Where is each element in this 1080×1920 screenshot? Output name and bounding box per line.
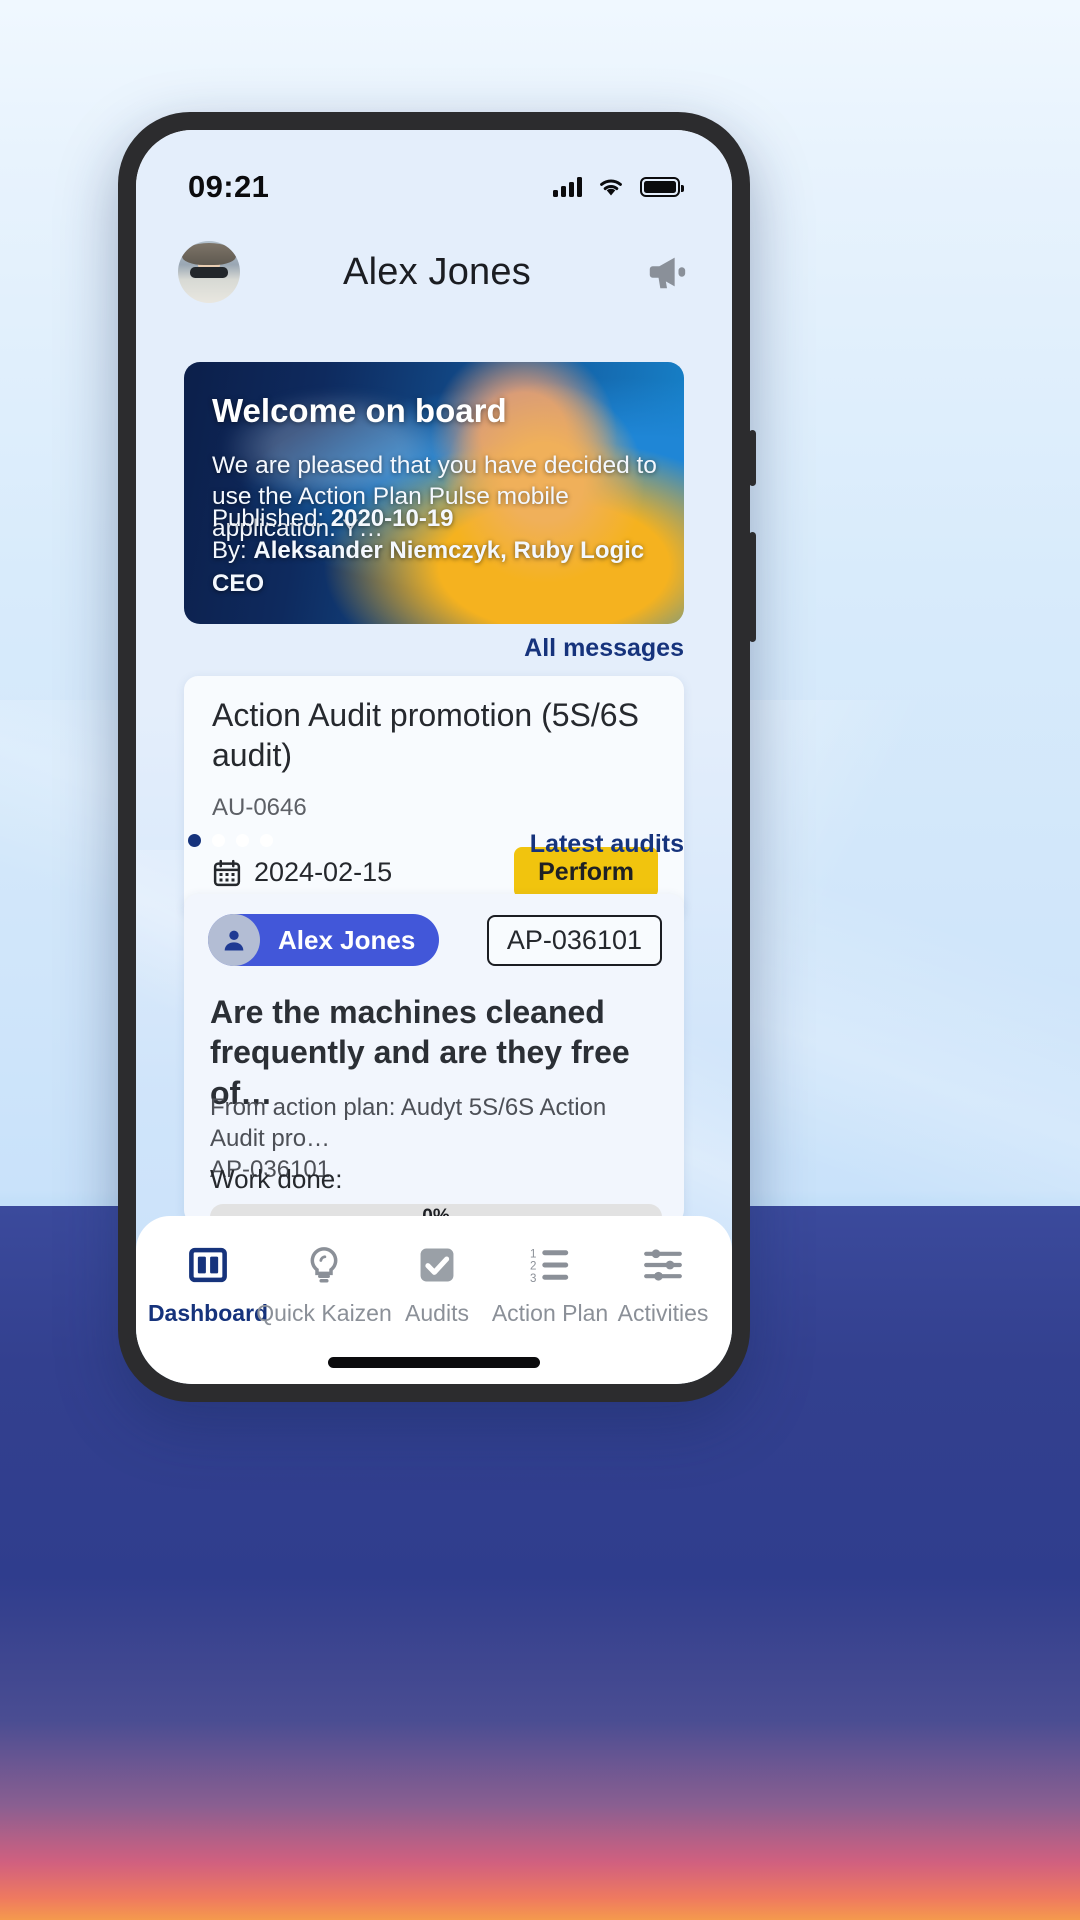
all-messages-link[interactable]: All messages	[524, 634, 684, 663]
nav-item-activities[interactable]: Activities	[608, 1242, 718, 1327]
carousel-dots[interactable]	[188, 834, 273, 847]
banner-published-label: Published:	[212, 504, 325, 532]
action-plan-card[interactable]: Alex Jones AP-036101 Are the machines cl…	[184, 894, 684, 1230]
svg-text:3: 3	[530, 1273, 536, 1285]
assignee-chip[interactable]: Alex Jones	[208, 914, 440, 966]
status-icons	[553, 176, 684, 198]
action-plan-source-line1: From action plan: Audyt 5S/6S Action Aud…	[210, 1094, 607, 1153]
status-time: 09:21	[188, 169, 270, 204]
action-plan-badge: AP-036101	[486, 914, 662, 966]
audit-date: 2024-02-15	[212, 857, 392, 888]
phone-side-button-upper[interactable]	[749, 430, 756, 486]
banner-by-label: By:	[212, 537, 247, 565]
battery-icon	[640, 177, 684, 197]
wifi-icon	[600, 179, 622, 196]
audit-date-text: 2024-02-15	[254, 857, 393, 887]
checkbox-icon	[416, 1242, 458, 1288]
banner-meta: Published: 2020-10-19 By: Aleksander Nie…	[212, 503, 684, 600]
welcome-banner[interactable]: Welcome on board We are pleased that you…	[184, 362, 684, 624]
person-icon	[208, 914, 260, 966]
nav-item-audits[interactable]: Audits	[382, 1242, 492, 1327]
nav-label-audits: Audits	[405, 1300, 469, 1326]
nav-label-quick-kaizen: Quick Kaizen	[256, 1300, 392, 1326]
nav-label-dashboard: Dashboard	[147, 1300, 269, 1326]
carousel-dot-4[interactable]	[260, 834, 273, 847]
banner-by-value: Aleksander Niemczyk, Ruby Logic CEO	[212, 537, 645, 597]
banner-published-value: 2020-10-19	[330, 504, 454, 532]
status-bar: 09:21	[136, 164, 732, 210]
phone-frame: 09:21 Alex Jones Welcome on board We are…	[118, 112, 756, 1402]
dashboard-icon	[187, 1242, 229, 1288]
nav-label-action-plan: Action Plan	[491, 1300, 609, 1326]
carousel-dot-2[interactable]	[212, 834, 225, 847]
page-title: Alex Jones	[343, 250, 531, 293]
svg-text:2: 2	[530, 1261, 536, 1273]
app-header: Alex Jones	[136, 222, 732, 322]
nav-item-action-plan[interactable]: 1 2 3 Action Plan	[492, 1242, 608, 1327]
latest-audits-link[interactable]: Latest audits	[530, 830, 684, 859]
nav-item-dashboard[interactable]: Dashboard	[147, 1242, 269, 1327]
nav-label-activities: Activities	[617, 1300, 709, 1326]
banner-published-row: Published: 2020-10-19	[212, 503, 684, 535]
lightbulb-icon	[303, 1242, 345, 1288]
audit-code: AU-0646	[212, 794, 307, 821]
banner-by-row: By: Aleksander Niemczyk, Ruby Logic CEO	[212, 535, 684, 600]
megaphone-icon[interactable]	[644, 250, 690, 294]
cellular-signal-icon	[553, 177, 582, 197]
sliders-icon	[642, 1242, 684, 1288]
action-plan-card-header: Alex Jones AP-036101	[208, 914, 662, 966]
svg-text:1: 1	[530, 1248, 536, 1260]
carousel-dot-1[interactable]	[188, 834, 201, 847]
work-done-label: Work done:	[210, 1164, 343, 1194]
assignee-name: Alex Jones	[278, 924, 416, 955]
audit-title: Action Audit promotion (5S/6S audit)	[212, 697, 639, 773]
phone-screen: 09:21 Alex Jones Welcome on board We are…	[136, 130, 732, 1384]
avatar[interactable]	[178, 241, 240, 303]
audit-card[interactable]: Action Audit promotion (5S/6S audit) AU-…	[184, 676, 684, 918]
calendar-icon	[213, 859, 241, 886]
nav-item-quick-kaizen[interactable]: Quick Kaizen	[256, 1242, 392, 1327]
phone-side-button-lower[interactable]	[749, 532, 756, 642]
banner-title: Welcome on board	[212, 392, 507, 429]
carousel-dot-3[interactable]	[236, 834, 249, 847]
numbered-list-icon: 1 2 3	[529, 1242, 571, 1288]
home-indicator[interactable]	[328, 1357, 540, 1368]
